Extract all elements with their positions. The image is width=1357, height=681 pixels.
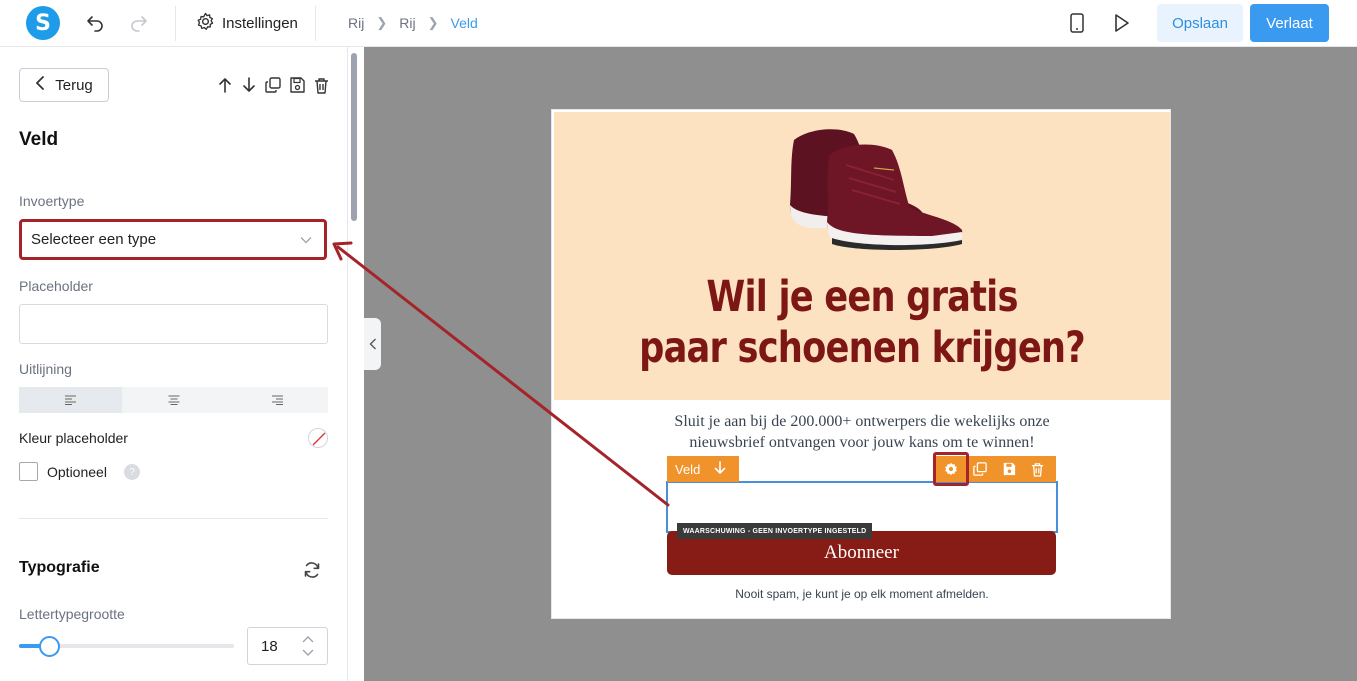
subtext-line-1: Sluit je aan bij de 200.000+ ontwerpers … (674, 413, 1050, 430)
placeholder-color-label: Kleur placeholder (19, 430, 128, 446)
headline[interactable]: Wil je een gratis paar schoenen krijgen? (609, 272, 1114, 374)
top-bar: S Instellingen Rij ❯ Rij ❯ Veld Opslaan … (0, 0, 1357, 47)
panel-title: Veld (19, 129, 59, 150)
input-type-label: Invoertype (19, 193, 85, 209)
save-block-icon[interactable] (994, 456, 1023, 482)
play-preview-icon[interactable] (1110, 12, 1132, 34)
footer-note[interactable]: Nooit spam, je kunt je op elk moment afm… (552, 587, 1172, 601)
breadcrumb: Rij ❯ Rij ❯ Veld (348, 15, 478, 31)
align-center-button[interactable] (122, 387, 225, 413)
redo-icon[interactable] (128, 12, 150, 34)
highlight-box (933, 452, 969, 486)
align-right-button[interactable] (225, 387, 328, 413)
help-icon[interactable]: ? (124, 464, 140, 480)
properties-sidebar: Terug Veld Invoertype Selecteer een type… (0, 47, 348, 681)
settings-label: Instellingen (222, 15, 298, 32)
back-button[interactable]: Terug (19, 68, 109, 102)
field-actions (933, 452, 1056, 486)
alignment-toggle-group (19, 387, 328, 413)
warning-badge: WAARSCHUWING - GEEN INVOERTYPE INGESTELD (677, 523, 873, 539)
exit-button[interactable]: Verlaat (1250, 4, 1329, 42)
chevron-right-icon: ❯ (376, 15, 388, 30)
popup-preview[interactable]: Wil je een gratis paar schoenen krijgen?… (551, 109, 1171, 619)
arrow-down-icon[interactable] (714, 460, 726, 478)
sidebar-scrollbar[interactable] (351, 53, 357, 221)
move-down-icon[interactable] (240, 75, 258, 95)
hero-section[interactable]: Wil je een gratis paar schoenen krijgen? (554, 112, 1170, 400)
element-tools (216, 75, 330, 95)
input-type-value: Selecteer een type (31, 231, 157, 248)
save-block-icon[interactable] (288, 75, 306, 95)
back-label: Terug (55, 76, 93, 94)
gear-icon (196, 12, 215, 35)
font-size-label: Lettertypegrootte (19, 606, 125, 622)
trash-icon[interactable] (1023, 456, 1052, 482)
breadcrumb-item-current[interactable]: Veld (451, 15, 478, 31)
settings-button[interactable]: Instellingen (196, 12, 298, 35)
typography-title: Typografie (19, 559, 100, 576)
optional-label: Optioneel (47, 464, 107, 480)
divider (175, 6, 176, 41)
headline-line-1: Wil je een gratis (706, 272, 1018, 322)
section-divider (19, 518, 328, 519)
color-swatch-empty[interactable] (308, 428, 328, 448)
save-button[interactable]: Opslaan (1157, 4, 1243, 42)
collapse-sidebar-button[interactable] (364, 318, 381, 370)
font-size-value: 18 (261, 637, 278, 655)
font-size-input[interactable]: 18 (247, 627, 328, 665)
align-right-icon (271, 395, 283, 405)
duplicate-icon[interactable] (264, 75, 282, 95)
align-left-button[interactable] (19, 387, 122, 413)
input-type-select[interactable]: Selecteer een type (19, 219, 327, 260)
headline-line-2: paar schoenen krijgen? (639, 323, 1086, 373)
sneaker-image (789, 129, 963, 250)
chevron-left-icon (35, 76, 45, 94)
divider (315, 6, 316, 41)
duplicate-icon[interactable] (965, 456, 994, 482)
breadcrumb-item[interactable]: Rij (348, 15, 364, 31)
move-up-icon[interactable] (216, 75, 234, 95)
alignment-label: Uitlijning (19, 361, 72, 377)
optional-checkbox[interactable] (19, 462, 38, 481)
stepper-icon[interactable] (301, 634, 315, 658)
field-settings-button[interactable] (933, 452, 969, 486)
mobile-preview-icon[interactable] (1066, 12, 1088, 34)
trash-icon[interactable] (312, 75, 330, 95)
undo-icon[interactable] (84, 12, 106, 34)
slider-handle[interactable] (39, 636, 61, 657)
align-left-icon (64, 395, 76, 405)
chevron-right-icon: ❯ (427, 15, 439, 30)
align-center-icon (168, 395, 179, 405)
chevron-down-icon (300, 231, 312, 248)
chevron-left-icon (369, 338, 376, 350)
placeholder-input[interactable] (19, 304, 328, 344)
placeholder-label: Placeholder (19, 278, 93, 294)
field-tag-label: Veld (675, 461, 701, 477)
app-logo[interactable]: S (26, 6, 60, 40)
subtext[interactable]: Sluit je aan bij de 200.000+ ontwerpers … (552, 411, 1172, 453)
refresh-icon[interactable] (302, 560, 322, 580)
field-toolbar: Veld (667, 452, 1057, 486)
subtext-line-2: nieuwsbrief ontvangen voor jouw kans om … (689, 434, 1035, 451)
field-tag[interactable]: Veld (667, 456, 739, 482)
breadcrumb-item[interactable]: Rij (399, 15, 415, 31)
